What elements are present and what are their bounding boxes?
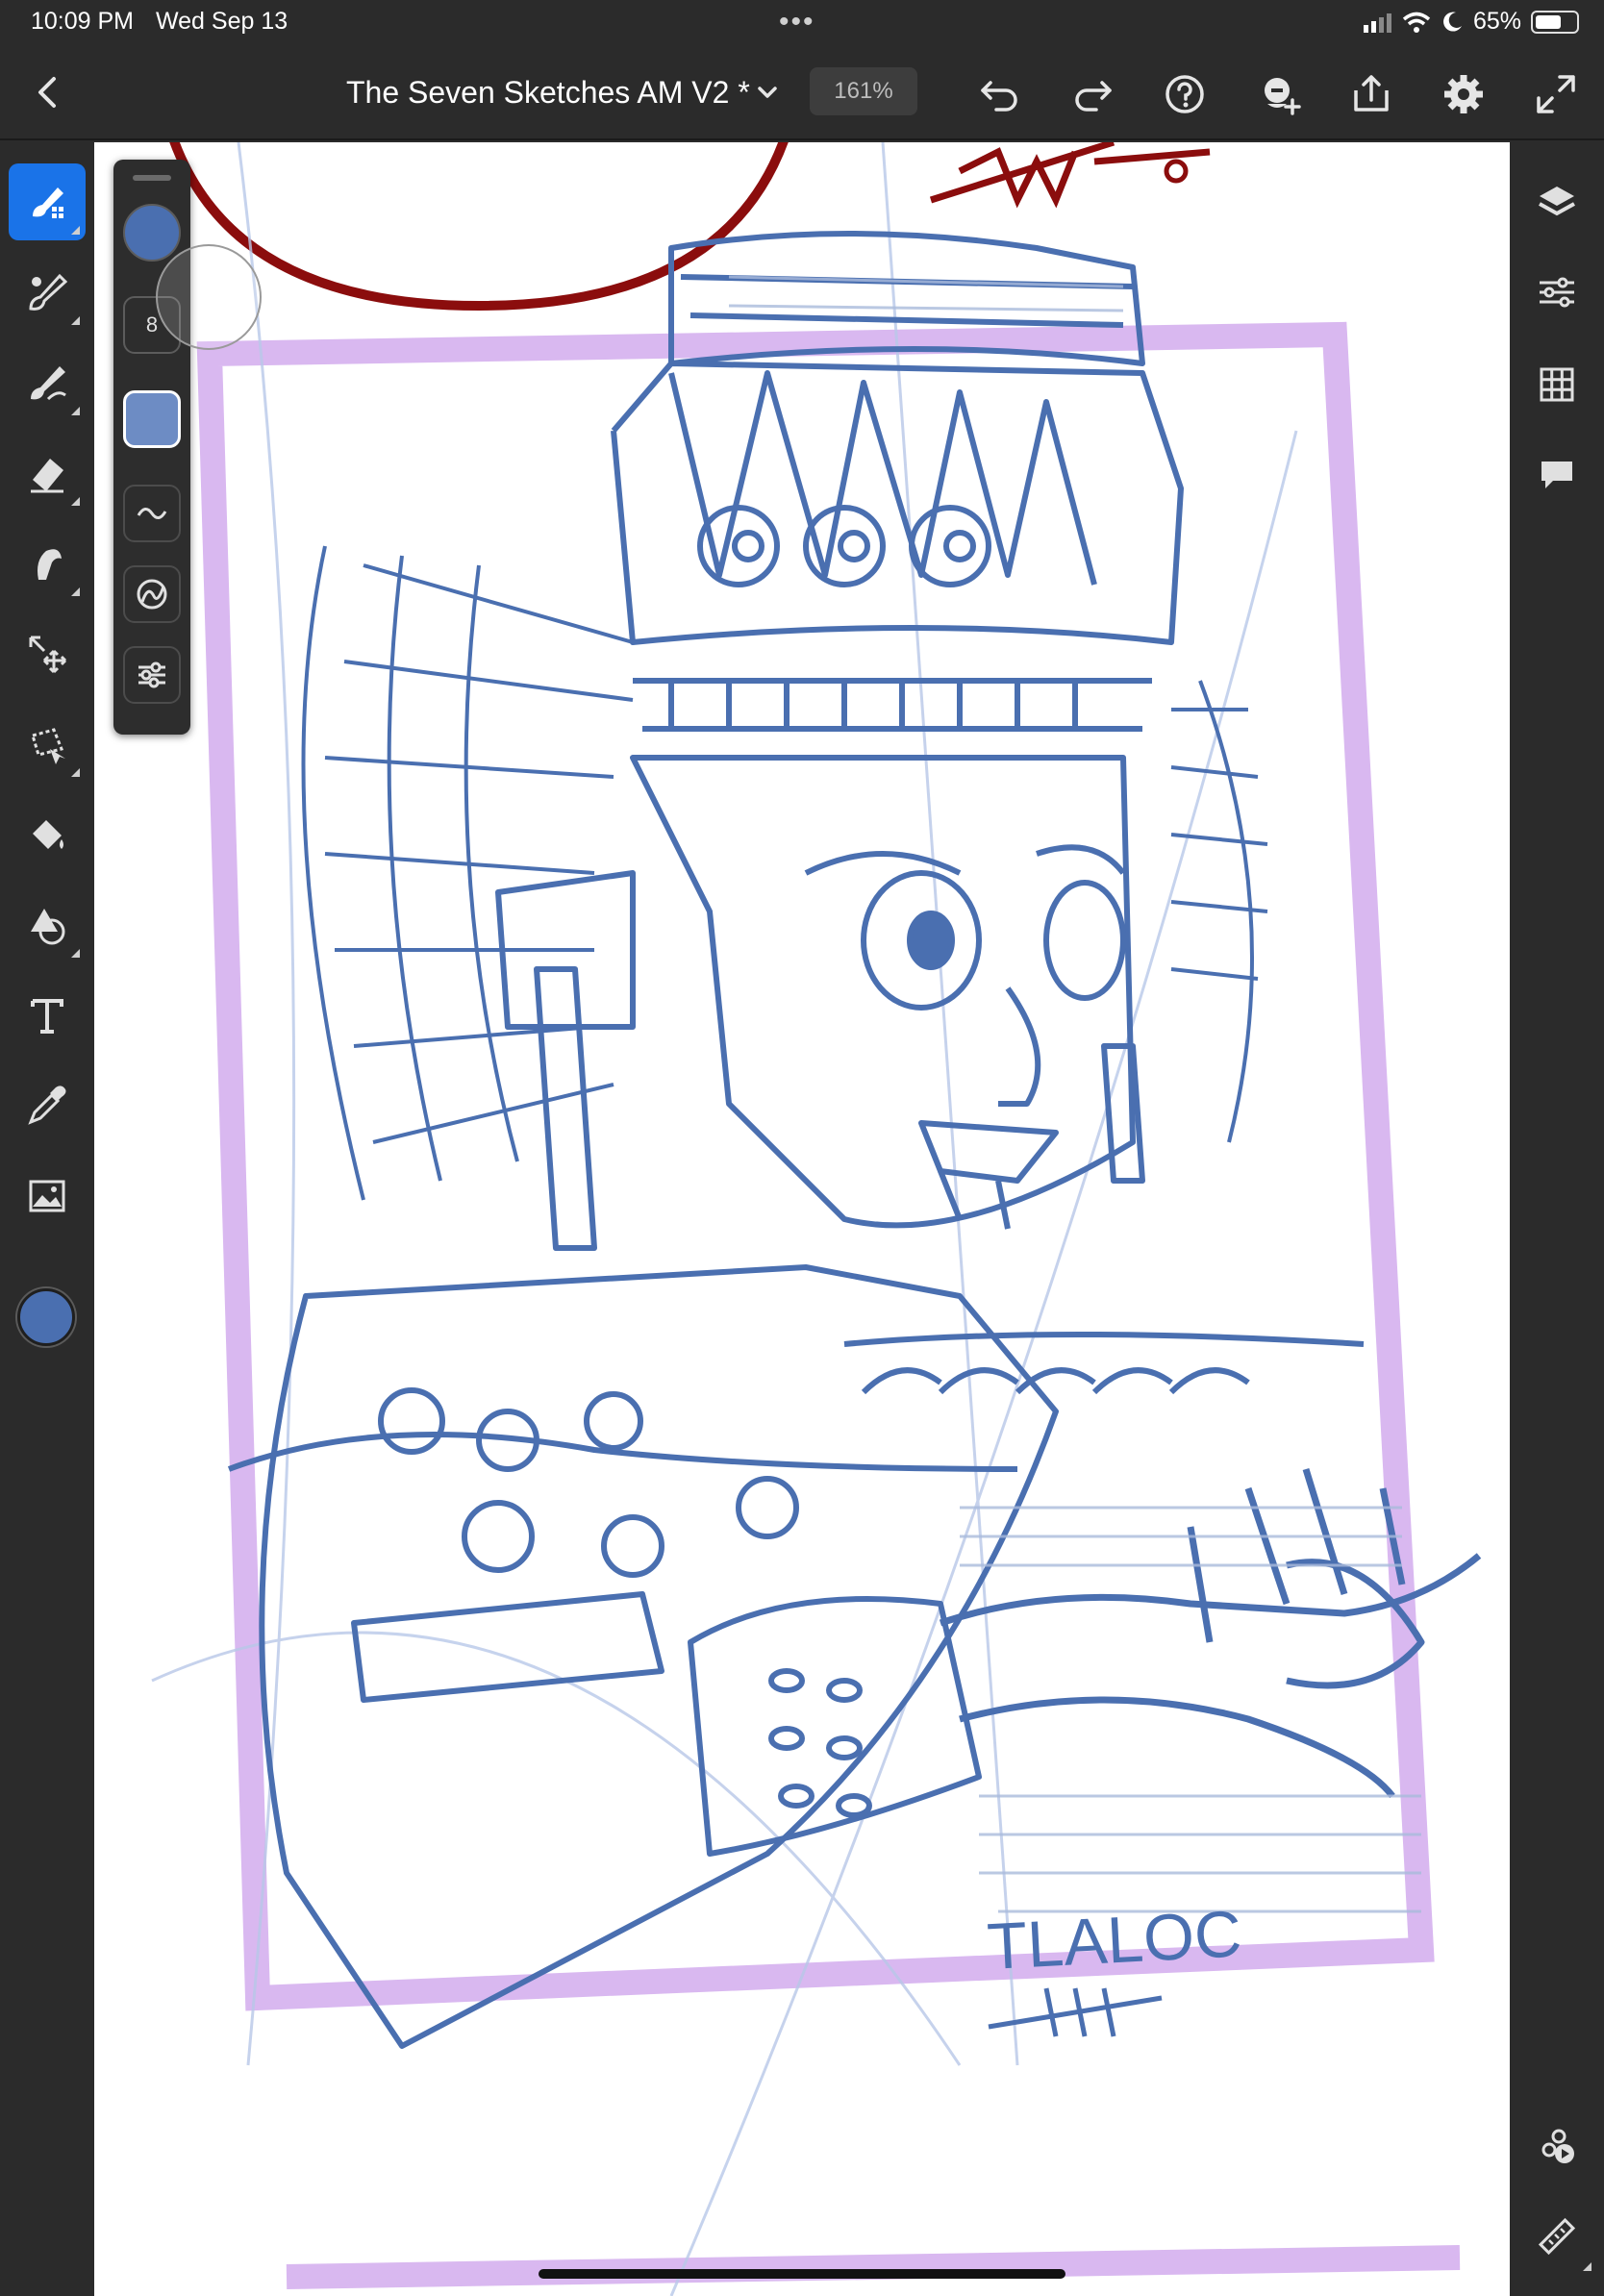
left-toolbar: [0, 142, 94, 2296]
tool-options-indicator: [71, 587, 80, 596]
transform-icon: [29, 636, 67, 674]
gear-icon[interactable]: [1439, 69, 1489, 119]
tool-shapes[interactable]: [9, 886, 86, 963]
help-icon[interactable]: [1160, 69, 1210, 119]
multitasking-dots[interactable]: •••: [779, 6, 815, 38]
layers-icon: [1539, 187, 1575, 216]
adjustments-icon: [1540, 277, 1574, 308]
redo-icon[interactable]: [1067, 69, 1117, 119]
tool-options-indicator: [71, 316, 80, 325]
eraser-icon: [31, 459, 63, 493]
tool-image[interactable]: [9, 1158, 86, 1235]
fullscreen-icon[interactable]: [1531, 69, 1581, 119]
battery-icon: [1531, 10, 1579, 34]
app-window: 10:09 PM Wed Sep 13 ••• 65% The Seven Sk…: [0, 0, 1604, 2296]
status-date: Wed Sep 13: [156, 8, 288, 35]
sliders-icon: [138, 661, 165, 688]
right-toolbar: [1510, 142, 1604, 2296]
battery-fill: [1536, 14, 1561, 29]
vector-brush-icon: [31, 366, 66, 401]
sketch-artwork: TLALOC: [151, 142, 1482, 2296]
tool-pixel-brush[interactable]: [9, 163, 86, 240]
comments-button[interactable]: [1528, 446, 1586, 504]
brush-settings-button[interactable]: [123, 646, 181, 704]
share-icon[interactable]: [1346, 69, 1396, 119]
cellular-signal-icon: [1363, 12, 1391, 33]
fill-icon: [33, 820, 63, 849]
adjustments-button[interactable]: [1528, 263, 1586, 321]
grid-icon: [1540, 367, 1574, 402]
wave-icon: [137, 508, 167, 519]
tool-options-indicator: [71, 226, 80, 235]
status-bar: 10:09 PM Wed Sep 13 ••• 65%: [0, 0, 1604, 46]
brush-opacity-control[interactable]: [123, 390, 181, 448]
livestream-button[interactable]: [1528, 2117, 1586, 2175]
invite-user-icon[interactable]: [1254, 69, 1304, 119]
status-indicators: 65%: [1363, 8, 1579, 36]
moon-icon: [1442, 12, 1462, 32]
undo-icon[interactable]: [975, 69, 1025, 119]
signature-text: TLALOC: [986, 1897, 1243, 1984]
tool-options-indicator: [71, 949, 80, 958]
battery-percent: 65%: [1472, 8, 1521, 35]
wifi-icon: [1402, 12, 1431, 33]
lasso-select-icon: [31, 728, 65, 764]
status-time: 10:09 PM: [31, 8, 135, 35]
tool-live-brush[interactable]: [9, 254, 86, 331]
smoothing-button[interactable]: [123, 485, 181, 542]
tool-options-indicator: [1583, 2262, 1591, 2271]
top-toolbar: The Seven Sketches AM V2 * 161%: [0, 46, 1604, 140]
text-icon: [31, 999, 63, 1034]
color-swatch[interactable]: [17, 1288, 75, 1346]
tool-lasso-select[interactable]: [9, 706, 86, 783]
comments-icon: [1541, 462, 1572, 488]
image-icon: [29, 1180, 65, 1212]
brush-color-swatch[interactable]: [123, 204, 181, 262]
back-chevron-icon[interactable]: [27, 71, 69, 113]
shapes-icon: [31, 909, 65, 945]
purple-panel-frame: [196, 321, 1435, 2011]
brush-size-value: 8: [145, 312, 159, 337]
tool-options-indicator: [71, 407, 80, 415]
tool-eraser[interactable]: [9, 435, 86, 512]
home-indicator[interactable]: [539, 2269, 1065, 2279]
drawing-canvas[interactable]: TLALOC: [94, 142, 1510, 2296]
tool-vector-brush[interactable]: [9, 344, 86, 421]
grid-button[interactable]: [1528, 356, 1586, 413]
panel-drag-handle[interactable]: [133, 175, 171, 181]
ruler-icon: [1538, 2217, 1576, 2256]
live-brush-icon: [29, 273, 68, 311]
tool-eyedropper[interactable]: [9, 1067, 86, 1144]
livestream-icon: [1541, 2129, 1574, 2163]
tool-options-indicator: [71, 497, 80, 506]
ruler-button[interactable]: [1528, 2208, 1591, 2271]
brush-size-cursor: [156, 244, 262, 350]
pixel-brush-icon: [33, 187, 63, 218]
eyedropper-icon: [28, 1086, 66, 1125]
brush-settings-panel: 8: [113, 160, 190, 735]
brush-dynamics-icon: [137, 579, 167, 610]
tool-transform[interactable]: [9, 615, 86, 692]
red-seal-sketch: [169, 142, 1211, 312]
tool-options-indicator: [71, 768, 80, 777]
layers-button[interactable]: [1528, 173, 1586, 231]
tool-fill[interactable]: [9, 796, 86, 873]
smudge-icon: [38, 549, 62, 580]
document-title[interactable]: The Seven Sketches AM V2 *: [346, 75, 750, 111]
chevron-down-icon[interactable]: [752, 77, 783, 108]
tool-text[interactable]: [9, 977, 86, 1054]
tool-smudge[interactable]: [9, 525, 86, 602]
zoom-level[interactable]: 161%: [810, 67, 917, 115]
brush-dynamics-button[interactable]: [123, 565, 181, 623]
